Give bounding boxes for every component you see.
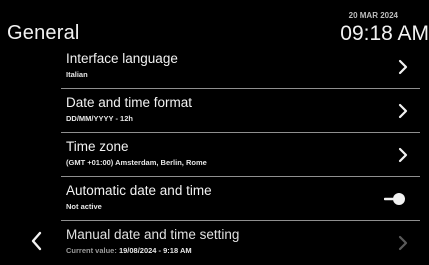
setting-value: Not active <box>66 202 102 211</box>
setting-label: Manual date and time setting <box>66 227 240 242</box>
setting-current-value: 19/08/2024 - 9:18 AM <box>118 246 192 255</box>
toggle-switch[interactable] <box>384 191 406 207</box>
chevron-left-icon[interactable] <box>29 229 45 253</box>
setting-interface-language[interactable]: Interface language Italian <box>61 45 420 89</box>
header-date: 20 MAR 2024 <box>348 11 398 20</box>
setting-value: DD/MM/YYYY - 12h <box>66 114 133 123</box>
chevron-right-icon[interactable] <box>396 58 410 76</box>
setting-manual-date-time[interactable]: Manual date and time setting Current val… <box>61 221 420 265</box>
setting-automatic-date-time[interactable]: Automatic date and time Not active <box>61 177 420 221</box>
setting-value: (GMT +01:00) Amsterdam, Berlin, Rome <box>66 158 207 167</box>
setting-label: Date and time format <box>66 95 193 110</box>
setting-value-prefix: Current value: <box>66 246 119 255</box>
setting-date-time-format[interactable]: Date and time format DD/MM/YYYY - 12h <box>61 89 420 133</box>
chevron-right-icon <box>398 235 408 251</box>
setting-value: Current value: 19/08/2024 - 9:18 AM <box>66 246 192 255</box>
page-title: General <box>7 22 80 44</box>
settings-list: Interface language Italian Date and time… <box>61 45 420 265</box>
setting-label: Time zone <box>66 139 129 154</box>
setting-label: Automatic date and time <box>66 183 212 198</box>
setting-time-zone[interactable]: Time zone (GMT +01:00) Amsterdam, Berlin… <box>61 133 420 177</box>
setting-value: Italian <box>66 70 88 79</box>
header-time: 09:18 AM <box>340 22 429 45</box>
chevron-right-icon[interactable] <box>396 146 410 164</box>
chevron-right-icon[interactable] <box>396 102 410 120</box>
setting-label: Interface language <box>66 51 178 66</box>
